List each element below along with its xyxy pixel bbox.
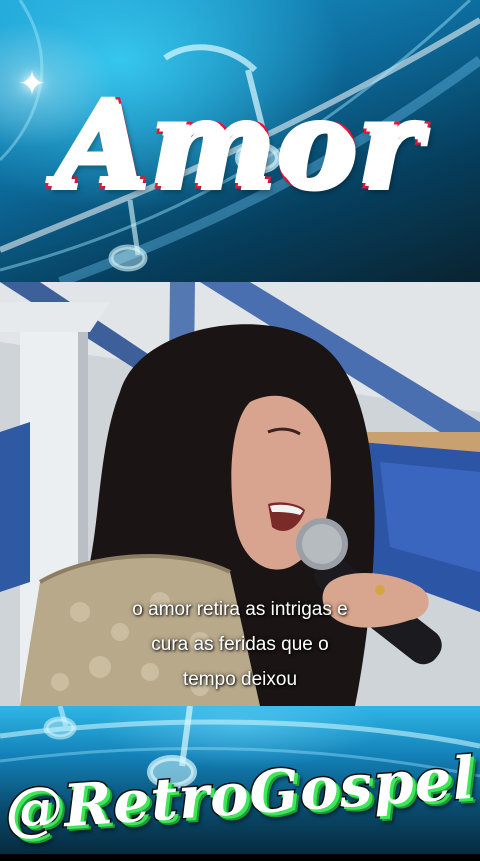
video-frame: o amor retira as intrigas e cura as feri… xyxy=(0,282,480,706)
caption-line: o amor retira as intrigas e xyxy=(132,599,348,620)
caption-line: cura as feridas que o xyxy=(151,634,329,655)
caption-line: tempo deixou xyxy=(182,669,298,690)
lyrics-caption: o amor retira as intrigas e cura as feri… xyxy=(40,592,440,697)
banner-title: Amor xyxy=(55,75,423,214)
music-note-icon xyxy=(43,706,77,740)
top-banner: ✦ Amor xyxy=(0,0,480,282)
